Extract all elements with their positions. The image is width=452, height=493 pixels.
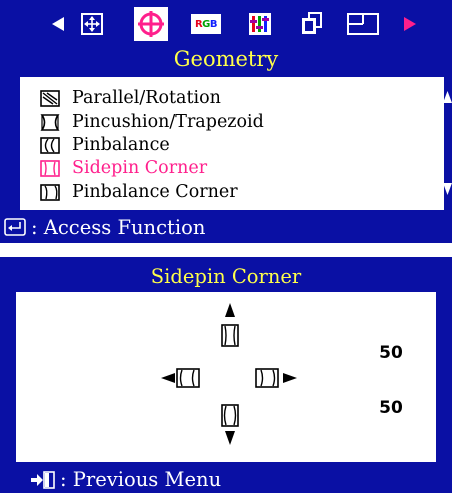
access-function-label: : Access Function [31,215,206,239]
menu-item-label: Pinbalance Corner [72,182,238,202]
layout-icon[interactable] [346,12,380,36]
menu-icon-bar: RGB [0,0,452,48]
adjust-title: Sidepin Corner [0,262,452,292]
left-arrow-icon[interactable] [48,12,68,36]
exit-icon [31,470,55,489]
pinbalance-corner-icon [40,183,60,201]
up-arrow-icon[interactable] [225,303,235,317]
position-icon[interactable] [80,12,104,36]
menu-item-parallel-rotation[interactable]: Parallel/Rotation [40,87,221,109]
menu-item-label: Parallel/Rotation [72,88,221,108]
scroll-up-icon[interactable] [443,91,452,103]
enter-icon [4,218,26,236]
top-corner-adjust-icon[interactable] [221,324,239,347]
down-arrow-icon[interactable] [225,431,235,445]
left-arrow-icon[interactable] [161,373,175,383]
menu-item-label: Pinbalance [72,135,170,155]
right-adjust-icon[interactable] [255,368,279,388]
menu-item-pinbalance[interactable]: Pinbalance [40,134,170,156]
menu-item-pinbalance-corner[interactable]: Pinbalance Corner [40,181,238,203]
access-function-hint: : Access Function [0,212,452,242]
color-bars-icon[interactable] [248,12,272,36]
menu-title-text: Geometry [173,47,279,71]
menu-item-pincushion-trapezoid[interactable]: Pincushion/Trapezoid [40,111,264,133]
menu-title: Geometry [0,46,452,72]
adjust-title-text: Sidepin Corner [150,265,302,288]
right-arrow-icon[interactable] [400,12,420,36]
bottom-value: 50 [379,398,403,418]
sidepin-corner-icon [40,159,60,177]
pinbalance-icon [40,136,60,154]
scroll-down-icon[interactable] [443,183,452,195]
right-arrow-icon[interactable] [283,373,297,383]
previous-menu-hint: : Previous Menu [0,466,452,493]
parallel-rotation-icon [40,89,60,107]
bottom-corner-adjust-icon[interactable] [221,404,239,427]
menu-list: Parallel/Rotation Pincushion/Trapezoid P… [20,77,444,210]
pincushion-trapezoid-icon [40,113,60,131]
previous-menu-label: : Previous Menu [60,468,222,491]
menu-item-sidepin-corner[interactable]: Sidepin Corner [40,157,207,179]
left-adjust-icon[interactable] [176,368,200,388]
rgb-icon[interactable]: RGB [190,12,222,36]
top-value: 50 [379,343,403,363]
menu-item-label: Pincushion/Trapezoid [72,112,264,132]
geometry-icon[interactable] [134,7,168,41]
windows-icon[interactable] [300,12,324,36]
menu-item-label: Sidepin Corner [72,158,208,178]
